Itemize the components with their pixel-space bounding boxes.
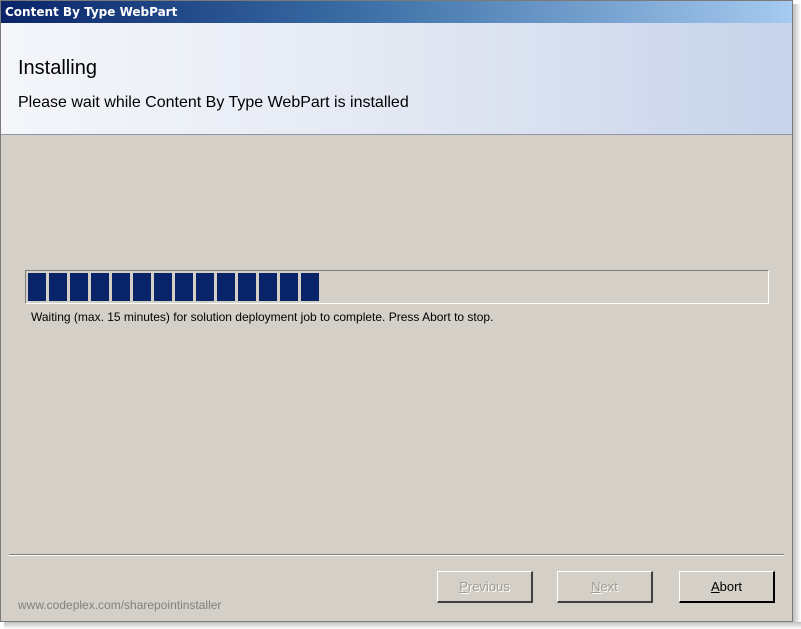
wizard-header: Installing Please wait while Content By … <box>1 23 792 135</box>
previous-button-label: Previous <box>459 579 510 594</box>
next-button[interactable]: Next <box>557 571 653 603</box>
progress-chunk <box>238 273 256 301</box>
progress-chunk <box>28 273 46 301</box>
progress-chunk <box>301 273 319 301</box>
progress-chunk <box>280 273 298 301</box>
previous-button[interactable]: Previous <box>437 571 533 603</box>
footer-separator <box>9 554 784 556</box>
installer-dialog: Content By Type WebPart Installing Pleas… <box>0 0 793 622</box>
progress-chunk <box>70 273 88 301</box>
progress-chunk <box>259 273 277 301</box>
page-subtitle: Please wait while Content By Type WebPar… <box>18 94 409 111</box>
progress-chunk <box>49 273 67 301</box>
window-shadow-right <box>793 4 801 629</box>
progress-chunk <box>112 273 130 301</box>
next-button-label: Next <box>591 579 618 594</box>
window-shadow-bottom <box>4 622 801 629</box>
progress-chunk <box>154 273 172 301</box>
progress-chunk <box>133 273 151 301</box>
progress-chunk <box>196 273 214 301</box>
progress-chunk <box>175 273 193 301</box>
abort-button[interactable]: Abort <box>679 571 775 603</box>
progress-bar <box>25 270 769 304</box>
progress-chunk <box>91 273 109 301</box>
codeplex-link[interactable]: www.codeplex.com/sharepointinstaller <box>18 598 221 612</box>
abort-button-label: Abort <box>710 579 743 594</box>
status-text: Waiting (max. 15 minutes) for solution d… <box>31 310 494 324</box>
page-title: Installing <box>18 57 97 79</box>
title-bar[interactable]: Content By Type WebPart <box>1 1 792 23</box>
window-title: Content By Type WebPart <box>5 5 178 19</box>
progress-chunk <box>217 273 235 301</box>
